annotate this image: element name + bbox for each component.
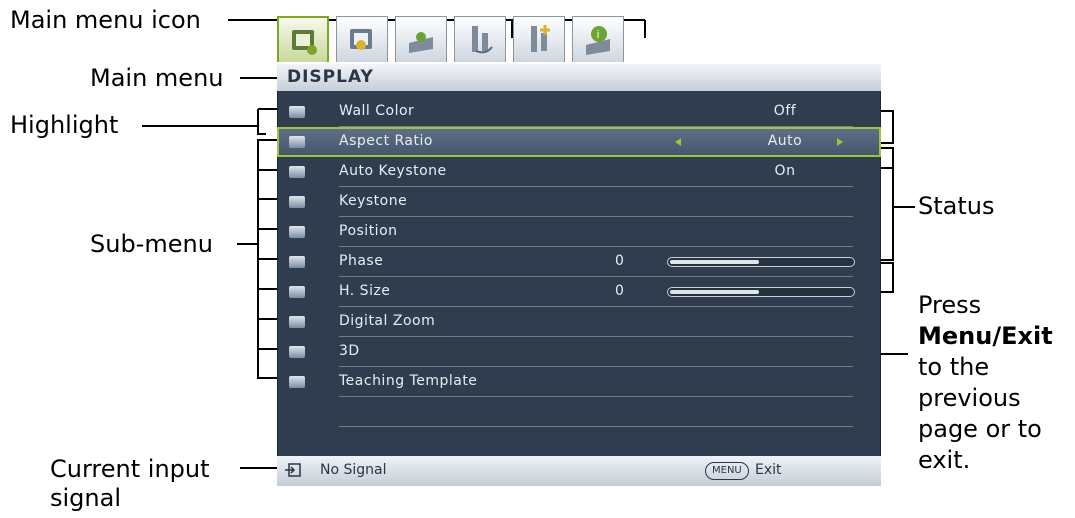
wall-color-icon bbox=[289, 106, 305, 118]
menu-key-badge[interactable]: MENU bbox=[705, 462, 749, 480]
keystone-icon bbox=[289, 196, 305, 208]
menu-item-phase[interactable]: Phase 0 bbox=[277, 247, 881, 277]
callout-status: Status bbox=[918, 192, 995, 220]
menu-item-position[interactable]: Position bbox=[277, 217, 881, 247]
menu-item-label: Auto Keystone bbox=[339, 163, 447, 179]
menu-item-label: Phase bbox=[339, 253, 384, 269]
picture-icon bbox=[350, 29, 372, 50]
callout-sub-menu: Sub-menu bbox=[90, 230, 213, 258]
slider-fill bbox=[670, 290, 760, 294]
menu-item-h-size[interactable]: H. Size 0 bbox=[277, 277, 881, 307]
callout-menu-exit: Menu/Exit bbox=[918, 322, 1053, 350]
empty-row bbox=[277, 427, 881, 457]
svg-text:i: i bbox=[597, 28, 600, 41]
h-size-icon bbox=[289, 286, 305, 298]
digital-zoom-icon bbox=[289, 316, 305, 328]
menu-item-auto-keystone[interactable]: Auto Keystone On bbox=[277, 157, 881, 187]
menu-item-aspect-ratio[interactable]: Aspect Ratio Auto bbox=[277, 127, 881, 157]
menu-item-label: H. Size bbox=[339, 283, 391, 299]
system-setup-basic-icon bbox=[472, 26, 493, 54]
tab-information[interactable]: i bbox=[572, 16, 624, 62]
callout-previous: previous bbox=[918, 384, 1021, 412]
menu-item-wall-color[interactable]: Wall Color Off bbox=[277, 97, 881, 127]
menu-item-label: Digital Zoom bbox=[339, 313, 436, 329]
osd-menu: DISPLAY Wall Color Off Aspect Ratio Auto… bbox=[277, 64, 881, 486]
menu-item-number: 0 bbox=[615, 283, 624, 299]
left-arrow-icon[interactable] bbox=[675, 138, 681, 146]
menu-item-value: On bbox=[774, 163, 796, 179]
display-icon bbox=[292, 30, 317, 55]
current-input-signal: No Signal bbox=[320, 462, 387, 478]
callout-page-or-to: page or to bbox=[918, 415, 1042, 443]
menu-item-keystone[interactable]: Keystone bbox=[277, 187, 881, 217]
empty-row bbox=[277, 397, 881, 427]
status-bar: No Signal MENU Exit bbox=[277, 456, 881, 486]
callout-exit: exit. bbox=[918, 446, 971, 474]
input-source-icon bbox=[285, 463, 301, 477]
auto-keystone-icon bbox=[289, 166, 305, 178]
system-setup-advanced-icon bbox=[531, 25, 550, 52]
menu-item-label: Wall Color bbox=[339, 103, 415, 119]
information-icon: i bbox=[586, 26, 610, 55]
callout-to-the: to the bbox=[918, 353, 990, 381]
right-arrow-icon[interactable] bbox=[837, 138, 843, 146]
teaching-template-icon bbox=[289, 376, 305, 388]
callout-main-menu-icon: Main menu icon bbox=[10, 6, 201, 34]
phase-icon bbox=[289, 256, 305, 268]
callout-press: Press bbox=[918, 291, 982, 319]
callout-current-input: Current input bbox=[50, 455, 210, 483]
menu-item-label: Position bbox=[339, 223, 398, 239]
phase-slider[interactable] bbox=[667, 257, 855, 267]
menu-item-label: 3D bbox=[339, 343, 360, 359]
callout-highlight: Highlight bbox=[10, 111, 119, 139]
menu-item-3d[interactable]: 3D bbox=[277, 337, 881, 367]
menu-item-value: Off bbox=[773, 103, 797, 119]
tab-source[interactable] bbox=[395, 16, 447, 62]
tab-display[interactable] bbox=[277, 16, 329, 62]
menu-item-teaching-template[interactable]: Teaching Template bbox=[277, 367, 881, 397]
aspect-ratio-icon bbox=[289, 136, 305, 148]
menu-item-number: 0 bbox=[615, 253, 624, 269]
3d-icon bbox=[289, 346, 305, 358]
tab-system-advanced[interactable] bbox=[513, 16, 565, 62]
menu-item-digital-zoom[interactable]: Digital Zoom bbox=[277, 307, 881, 337]
main-menu-tabs: i bbox=[277, 16, 631, 64]
tab-system-basic[interactable] bbox=[454, 16, 506, 62]
slider-fill bbox=[670, 260, 760, 264]
menu-item-label: Keystone bbox=[339, 193, 408, 209]
callout-main-menu: Main menu bbox=[90, 64, 224, 92]
menu-item-label: Teaching Template bbox=[339, 373, 478, 389]
h-size-slider[interactable] bbox=[667, 287, 855, 297]
menu-item-value: Auto bbox=[767, 133, 803, 149]
source-icon bbox=[409, 32, 433, 53]
tab-picture[interactable] bbox=[336, 16, 388, 62]
exit-label[interactable]: Exit bbox=[755, 462, 782, 478]
menu-item-label: Aspect Ratio bbox=[339, 133, 433, 149]
callout-current-input-signal: signal bbox=[50, 484, 121, 512]
position-icon bbox=[289, 226, 305, 238]
page-title: DISPLAY bbox=[277, 64, 881, 91]
